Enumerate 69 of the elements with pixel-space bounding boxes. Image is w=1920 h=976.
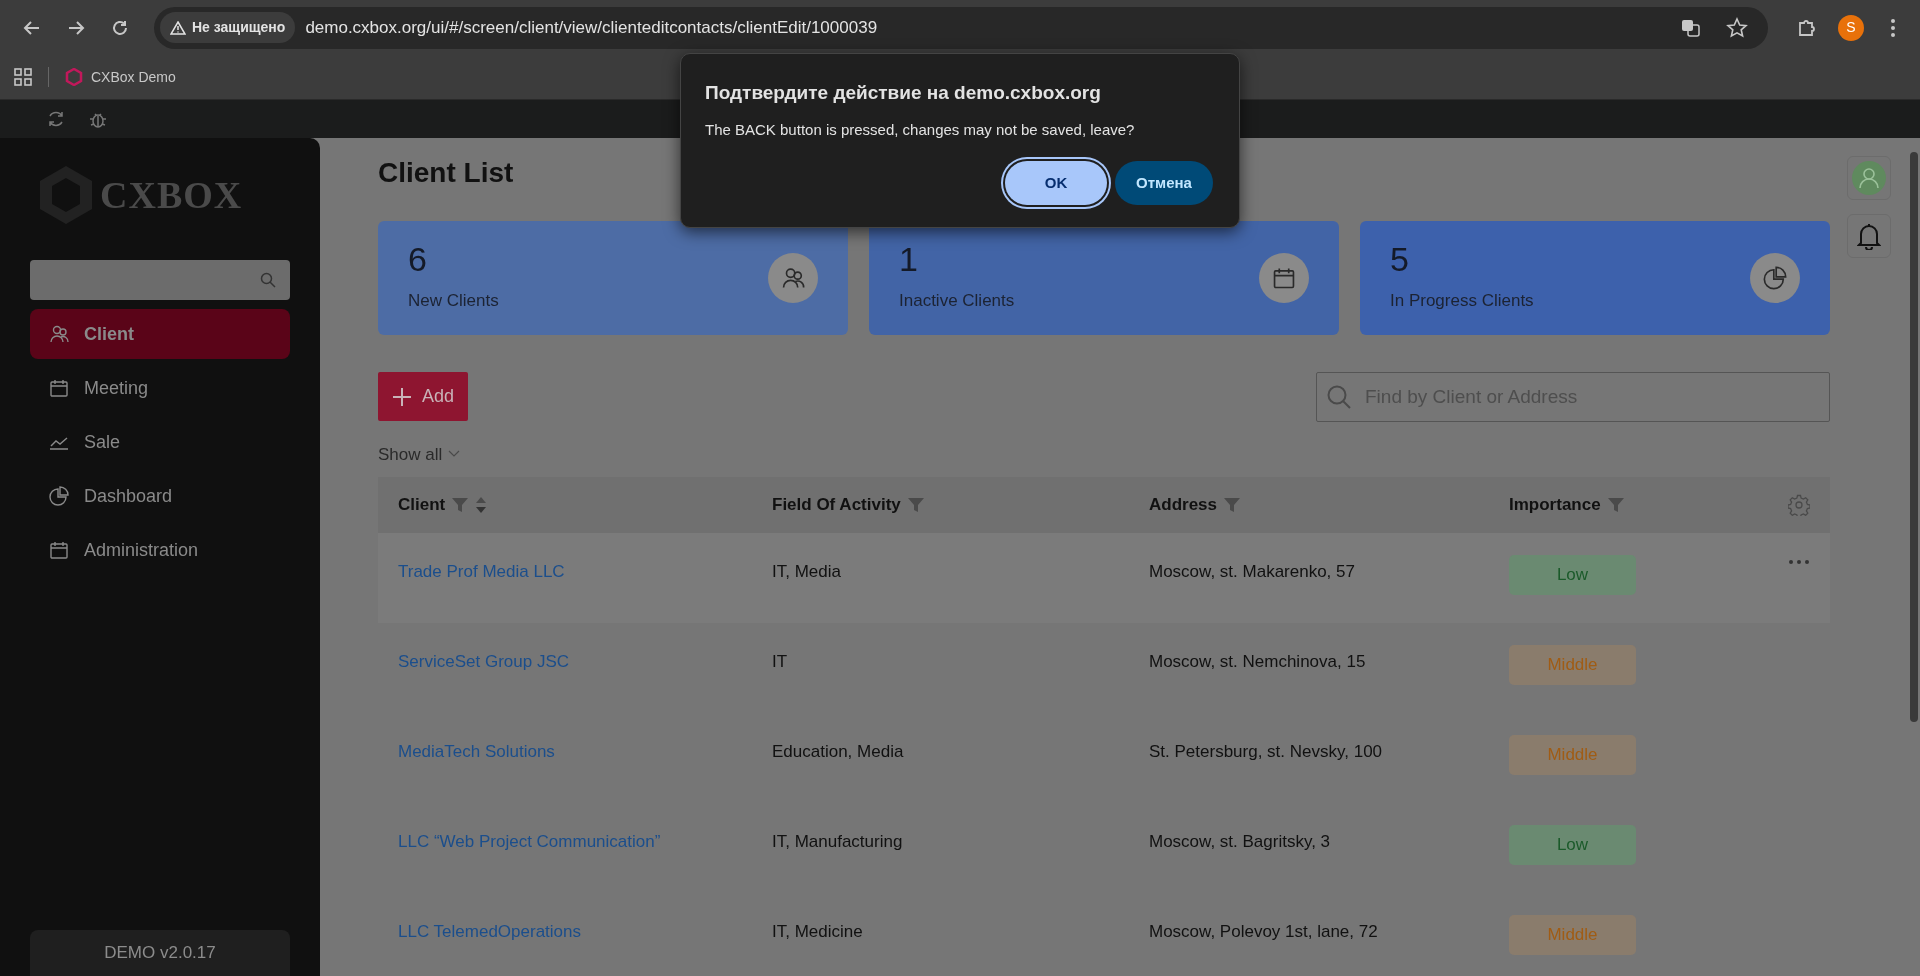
bookmark-link[interactable]: CXBox Demo	[65, 66, 176, 88]
back-arrow-icon	[23, 18, 41, 37]
chevron-down-icon	[448, 450, 461, 459]
user-avatar-icon	[1852, 161, 1886, 195]
importance-tag: Low	[1509, 555, 1636, 596]
security-chip[interactable]: Не защищено	[160, 12, 296, 43]
search-icon	[1326, 383, 1352, 410]
stat-label: Inactive Clients	[899, 289, 1015, 312]
importance-tag: Middle	[1509, 645, 1636, 686]
table-cell: Moscow, st. Makarenko, 57	[1149, 562, 1355, 582]
stat-value: 5	[1390, 241, 1410, 276]
stat-value: 6	[408, 241, 428, 276]
filter-dropdown[interactable]: Show all	[378, 441, 1830, 468]
people-icon	[48, 323, 70, 345]
sidebar-item[interactable]: Administration	[30, 525, 290, 575]
cube-logo-icon	[65, 68, 83, 86]
security-label: Не защищено	[192, 18, 286, 37]
table-cell: Moscow, st. Bagritsky, 3	[1149, 832, 1331, 852]
profile-avatar[interactable]: S	[1838, 14, 1864, 41]
search-icon	[260, 272, 276, 288]
column-header: Field Of Activity	[772, 494, 901, 517]
stat-label: New Clients	[408, 289, 499, 312]
table-cell: IT, Medicine	[772, 922, 863, 942]
star-icon[interactable]	[1726, 16, 1748, 39]
column-header: Client	[398, 494, 446, 517]
importance-tag: Low	[1509, 825, 1636, 866]
cancel-button[interactable]: Отмена	[1115, 161, 1213, 206]
plus-icon	[392, 386, 412, 407]
page-title: Client List	[378, 156, 514, 190]
column-header: Address	[1149, 494, 1218, 517]
table-cell: Moscow, st. Nemchinova, 15	[1149, 652, 1366, 672]
notifications-button[interactable]	[1847, 214, 1891, 258]
calendar-icon	[48, 539, 70, 561]
sidebar-search-field[interactable]	[30, 260, 290, 300]
table-cell: Moscow, Polevoy 1st, lane, 72	[1149, 922, 1378, 942]
calendar-icon	[48, 377, 70, 399]
dialog-title: Подтвердите действие на demo.cxbox.org	[705, 82, 1102, 105]
more-icon[interactable]	[1788, 559, 1810, 566]
table-cell: IT	[772, 652, 788, 672]
refresh-icon[interactable]	[46, 109, 66, 129]
version-label: DEMO v2.0.17	[30, 930, 290, 976]
sidebar-item[interactable]: Dashboard	[30, 471, 290, 521]
table-cell: St. Petersburg, st. Nevsky, 100	[1149, 742, 1383, 762]
apps-grid-icon[interactable]	[14, 68, 32, 86]
pie-chart-icon	[48, 485, 70, 507]
address-bar[interactable]: Не защищено demo.cxbox.org/ui/#/screen/client/view/clienteditcontacts/clientEdit/1000039	[154, 6, 1768, 49]
stat-label: In Progress Clients	[1390, 289, 1534, 312]
dialog-message: The BACK button is pressed, changes may not be saved, leave?	[705, 119, 1136, 140]
reload-icon	[111, 18, 129, 37]
column-header: Importance	[1509, 494, 1601, 517]
importance-tag: Middle	[1509, 915, 1636, 956]
add-button[interactable]: Add	[378, 372, 469, 422]
bell-icon	[1857, 222, 1881, 250]
logo-text: CXBOX	[100, 172, 243, 218]
url-text: demo.cxbox.org/ui/#/screen/client/view/clienteditcontacts/clientEdit/1000039	[305, 16, 879, 39]
stat-value: 1	[899, 241, 919, 276]
warning-icon	[170, 20, 186, 35]
table-cell: Education, Media	[772, 742, 904, 762]
importance-tag: Middle	[1509, 735, 1636, 776]
pie-chart-icon	[1762, 264, 1788, 291]
sort-icon[interactable]	[475, 496, 488, 515]
table-cell: IT, Manufacturing	[772, 832, 903, 852]
user-button[interactable]	[1847, 156, 1891, 200]
sidebar-item[interactable]: Meeting	[30, 363, 290, 413]
forward-arrow-icon	[67, 18, 85, 37]
sidebar-item[interactable]: Sale	[30, 417, 290, 467]
table-cell: IT, Media	[772, 562, 841, 582]
menu-icon[interactable]	[1890, 17, 1896, 38]
sidebar-item[interactable]: Client	[30, 309, 290, 359]
